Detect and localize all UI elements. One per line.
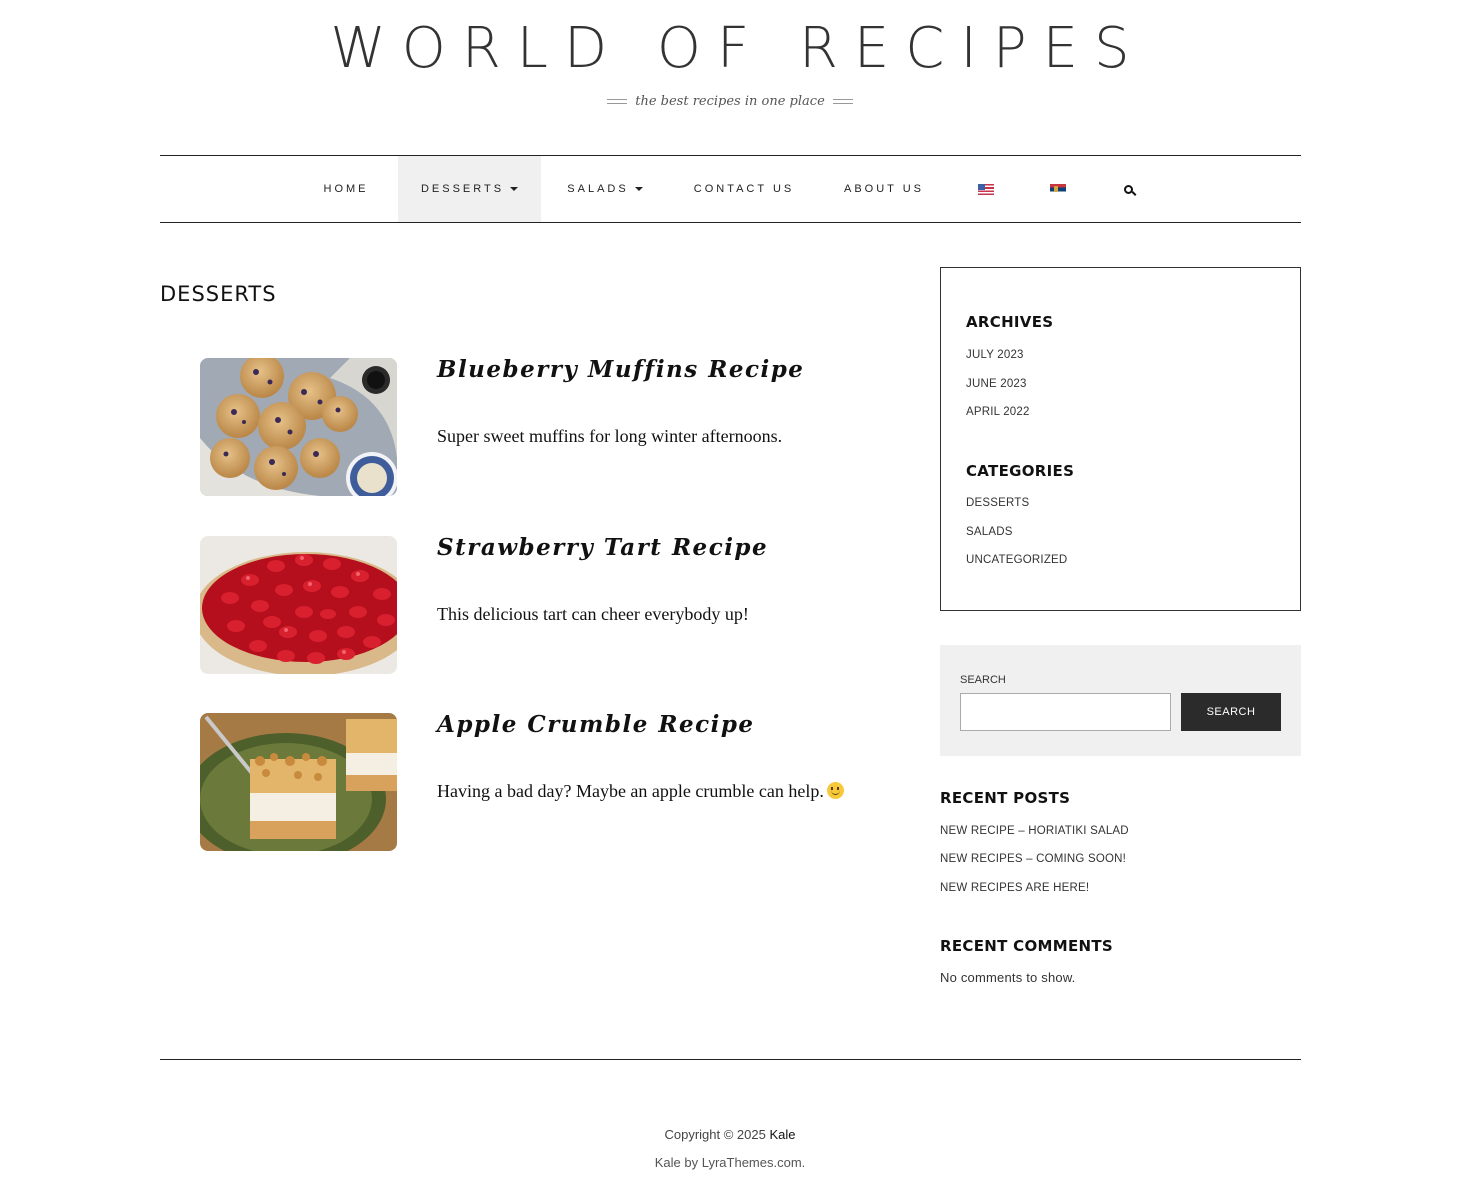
search-icon (1123, 184, 1133, 194)
footer-divider (160, 1059, 1301, 1060)
nav-item-label: DESSERTS (420, 183, 505, 195)
site-title[interactable]: WORLD OF RECIPES (0, 16, 1460, 82)
post-title[interactable]: Strawberry Tart Recipe (437, 534, 768, 561)
post-excerpt-text: Having a bad day? Maybe an apple crumble… (437, 781, 824, 801)
post-thumbnail[interactable] (200, 358, 397, 496)
search-widget: SEARCH SEARCH (940, 645, 1301, 756)
post-item: Blueberry Muffins Recipe Super sweet muf… (200, 356, 900, 498)
tagline-left-decoration (607, 99, 628, 104)
nav-item-label: CONTACT US (693, 183, 795, 195)
credit-text: Kale by (654, 1155, 699, 1170)
recent-post-link[interactable]: NEW RECIPES ARE HERE! (940, 882, 1089, 894)
serbia-flag-icon (1050, 183, 1066, 195)
search-button[interactable]: SEARCH (1181, 693, 1281, 731)
archive-link[interactable]: JULY 2023 (966, 349, 1024, 361)
copyright-text: Copyright © 2025 (664, 1127, 766, 1142)
post-title[interactable]: Blueberry Muffins Recipe (437, 356, 804, 383)
nav-search-button[interactable] (1114, 156, 1142, 222)
recent-posts-title: RECENT POSTS (940, 789, 1071, 807)
footer-credit: Kale by LyraThemes.com. (0, 1155, 1460, 1170)
search-input[interactable] (960, 693, 1171, 731)
us-flag-icon (978, 183, 994, 195)
archives-categories-widget: ARCHIVES JULY 2023 JUNE 2023 APRIL 2022 … (940, 267, 1301, 611)
archives-title: ARCHIVES (966, 313, 1054, 331)
no-comments-text: No comments to show. (940, 970, 1076, 985)
nav-item-about-us[interactable]: ABOUT US (836, 156, 932, 222)
archive-link[interactable]: JUNE 2023 (966, 378, 1027, 390)
credit-suffix: . (801, 1155, 806, 1170)
site-tagline: the best recipes in one place (635, 94, 825, 109)
nav-item-contact-us[interactable]: CONTACT US (688, 156, 800, 222)
post-excerpt: Super sweet muffins for long winter afte… (437, 426, 783, 446)
category-link[interactable]: DESSERTS (966, 497, 1029, 509)
post-item: Strawberry Tart Recipe This delicious ta… (200, 534, 900, 676)
smiley-icon (826, 782, 844, 799)
lyrathemes-link[interactable]: LyraThemes.com (702, 1155, 802, 1170)
nav-item-label: ABOUT US (843, 183, 925, 195)
nav-item-desserts[interactable]: DESSERTS (398, 156, 541, 222)
nav-item-serbian[interactable] (1042, 156, 1074, 222)
tagline-wrap: the best recipes in one place (0, 94, 1460, 109)
page-title: DESSERTS (160, 282, 277, 306)
nav-item-salads[interactable]: SALADS (558, 156, 652, 222)
chevron-down-icon (634, 187, 643, 191)
post-thumbnail[interactable] (200, 713, 397, 851)
post-excerpt: This delicious tart can cheer everybody … (437, 604, 749, 624)
main-navigation: HOME DESSERTS SALADS CONTACT US ABOUT US (160, 155, 1301, 223)
recent-post-link[interactable]: NEW RECIPES – COMING SOON! (940, 853, 1126, 865)
category-link[interactable]: UNCATEGORIZED (966, 554, 1067, 566)
footer-brand-link[interactable]: Kale (769, 1127, 795, 1142)
archive-link[interactable]: APRIL 2022 (966, 406, 1030, 418)
recent-post-link[interactable]: NEW RECIPE – HORIATIKI SALAD (940, 825, 1129, 837)
post-thumbnail[interactable] (200, 536, 397, 674)
post-excerpt: Having a bad day? Maybe an apple crumble… (437, 781, 844, 802)
tagline-right-decoration (832, 99, 853, 104)
search-label: SEARCH (960, 674, 1006, 686)
post-item: Apple Crumble Recipe Having a bad day? M… (200, 711, 900, 853)
nav-item-label: SALADS (567, 183, 629, 195)
nav-item-label: HOME (323, 183, 369, 195)
chevron-down-icon (510, 187, 519, 191)
nav-item-home[interactable]: HOME (310, 156, 382, 222)
categories-title: CATEGORIES (966, 462, 1075, 480)
post-title[interactable]: Apple Crumble Recipe (437, 711, 755, 738)
footer-copyright: Copyright © 2025 Kale (0, 1127, 1460, 1142)
category-link[interactable]: SALADS (966, 526, 1013, 538)
recent-comments-title: RECENT COMMENTS (940, 937, 1114, 955)
nav-item-english[interactable] (970, 156, 1002, 222)
